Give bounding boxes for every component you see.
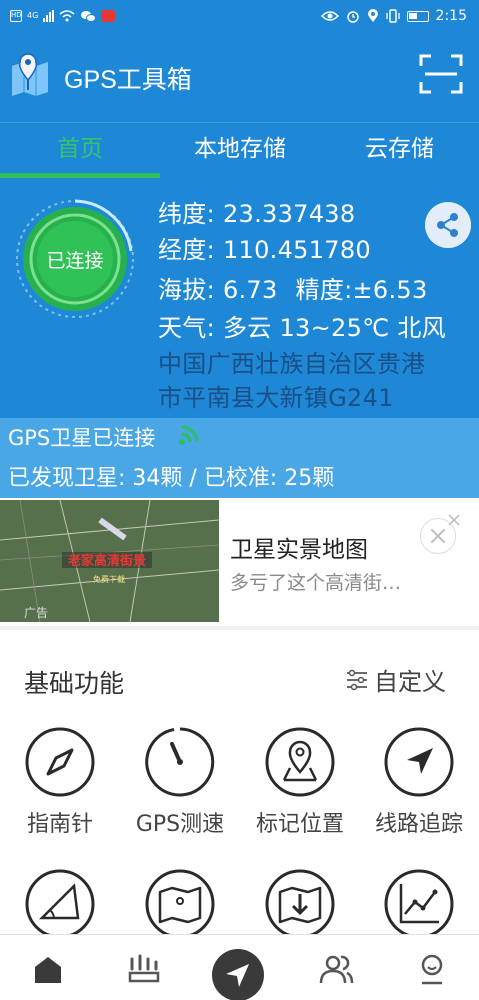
scan-icon[interactable]: [419, 54, 463, 94]
signal-wave-icon: [179, 425, 199, 445]
navigation-button[interactable]: [212, 949, 264, 1000]
battery-icon: [406, 10, 429, 22]
weather-value: 多云 13~25℃ 北风: [222, 314, 446, 342]
accuracy-value: ±6.53: [352, 276, 428, 304]
hd-icon: HD: [10, 10, 22, 22]
ad-title[interactable]: 卫星实景地图: [230, 530, 368, 564]
accuracy-label: 精度:: [295, 276, 353, 304]
profile-icon[interactable]: [414, 951, 450, 987]
ad-banner[interactable]: 老家高清街景 免费下载 广告 卫星实景地图 多亏了这个高清街…: [0, 498, 479, 626]
map-pin-logo-icon: [12, 53, 48, 96]
ad-dismiss-icon[interactable]: [446, 512, 462, 528]
basic-functions-section: 基础功能 自定义 指南针 GPS测速 标记位置 线路追踪: [0, 630, 479, 939]
compass-icon: [25, 727, 95, 797]
app-bar: GPS工具箱: [0, 36, 479, 122]
status-bar: HD 4G 2:15: [0, 0, 479, 36]
longitude-row: 经度: 110.451780: [158, 230, 371, 265]
altitude-label: 海拔:: [158, 276, 215, 304]
speedometer-icon: [145, 727, 215, 797]
vibrate-icon: [385, 9, 400, 23]
status-time: 2:15: [435, 8, 467, 24]
tab-bar: 首页 本地存储 云存储: [0, 122, 479, 178]
function-route-tracking[interactable]: 线路追踪: [359, 726, 479, 838]
longitude-label: 经度:: [158, 236, 215, 264]
users-group-icon[interactable]: [126, 951, 162, 987]
function-label: 线路追踪: [374, 812, 463, 837]
connection-status: 已连接: [46, 250, 104, 272]
altitude-row: 海拔: 6.73 精度:±6.53: [158, 270, 428, 305]
location-status-icon: [367, 9, 378, 22]
address-line-1: 中国广西壮族自治区贵港: [158, 350, 426, 378]
protractor-icon: [25, 869, 95, 939]
function-label: 标记位置: [255, 812, 344, 837]
weather-label: 天气:: [158, 314, 215, 342]
wechat-icon: [81, 11, 97, 22]
gps-status-strip: GPS卫星已连接 已发现卫星: 34颗 / 已校准: 25颗: [0, 418, 479, 498]
function-label: GPS测速: [135, 812, 225, 837]
ad-image-caption: 老家高清街景: [67, 553, 146, 569]
bottom-navigation: [0, 934, 479, 1000]
function-gps-speed[interactable]: GPS测速: [120, 726, 240, 838]
home-icon[interactable]: [30, 951, 66, 987]
customize-label: 自定义: [374, 668, 446, 696]
address-line-2: 市平南县大新镇G241: [158, 384, 394, 412]
location-panel: 已连接 纬度: 23.337438 经度: 110.451780 海拔: 6.7…: [0, 178, 479, 418]
navigation-arrow-icon: [384, 727, 454, 797]
notification-badge-icon: [101, 10, 116, 22]
latitude-label: 纬度:: [158, 200, 215, 228]
latitude-row: 纬度: 23.337438: [158, 194, 355, 229]
satellite-count: 已发现卫星: 34颗 / 已校准: 25颗: [8, 466, 335, 491]
share-icon[interactable]: [425, 202, 471, 248]
tab-cloud-storage[interactable]: 云存储: [320, 123, 479, 179]
contacts-icon[interactable]: [318, 951, 354, 987]
map-marker-icon: [265, 727, 335, 797]
function-label: 指南针: [26, 812, 93, 837]
wifi-status-icon: [59, 10, 75, 22]
line-chart-icon: [384, 869, 454, 939]
customize-button[interactable]: 自定义: [346, 662, 446, 697]
tab-home[interactable]: 首页: [0, 123, 160, 179]
tab-local-storage[interactable]: 本地存储: [160, 123, 320, 179]
longitude-value: 110.451780: [222, 236, 371, 264]
ad-description[interactable]: 多亏了这个高清街…: [230, 568, 401, 595]
section-title: 基础功能: [24, 669, 125, 698]
weather-row: 天气: 多云 13~25℃ 北风: [158, 308, 446, 343]
app-title: GPS工具箱: [64, 66, 192, 94]
function-mark-location[interactable]: 标记位置: [240, 726, 360, 838]
ad-tag: 广告: [24, 606, 49, 620]
gps-status-title: GPS卫星已连接: [8, 426, 156, 450]
latitude-value: 23.337438: [222, 200, 356, 228]
navigation-icon: [226, 964, 249, 987]
ad-image-subcaption: 免费下载: [93, 574, 125, 584]
map-download-icon: [265, 869, 335, 939]
altitude-value: 6.73: [222, 276, 278, 304]
eye-icon: [320, 11, 339, 21]
folded-map-icon: [145, 869, 215, 939]
network-type: 4G: [27, 11, 39, 20]
function-compass[interactable]: 指南针: [0, 726, 120, 838]
settings-sliders-icon: [347, 669, 367, 690]
signal-icon: [43, 10, 55, 22]
alarm-icon: [346, 11, 359, 23]
